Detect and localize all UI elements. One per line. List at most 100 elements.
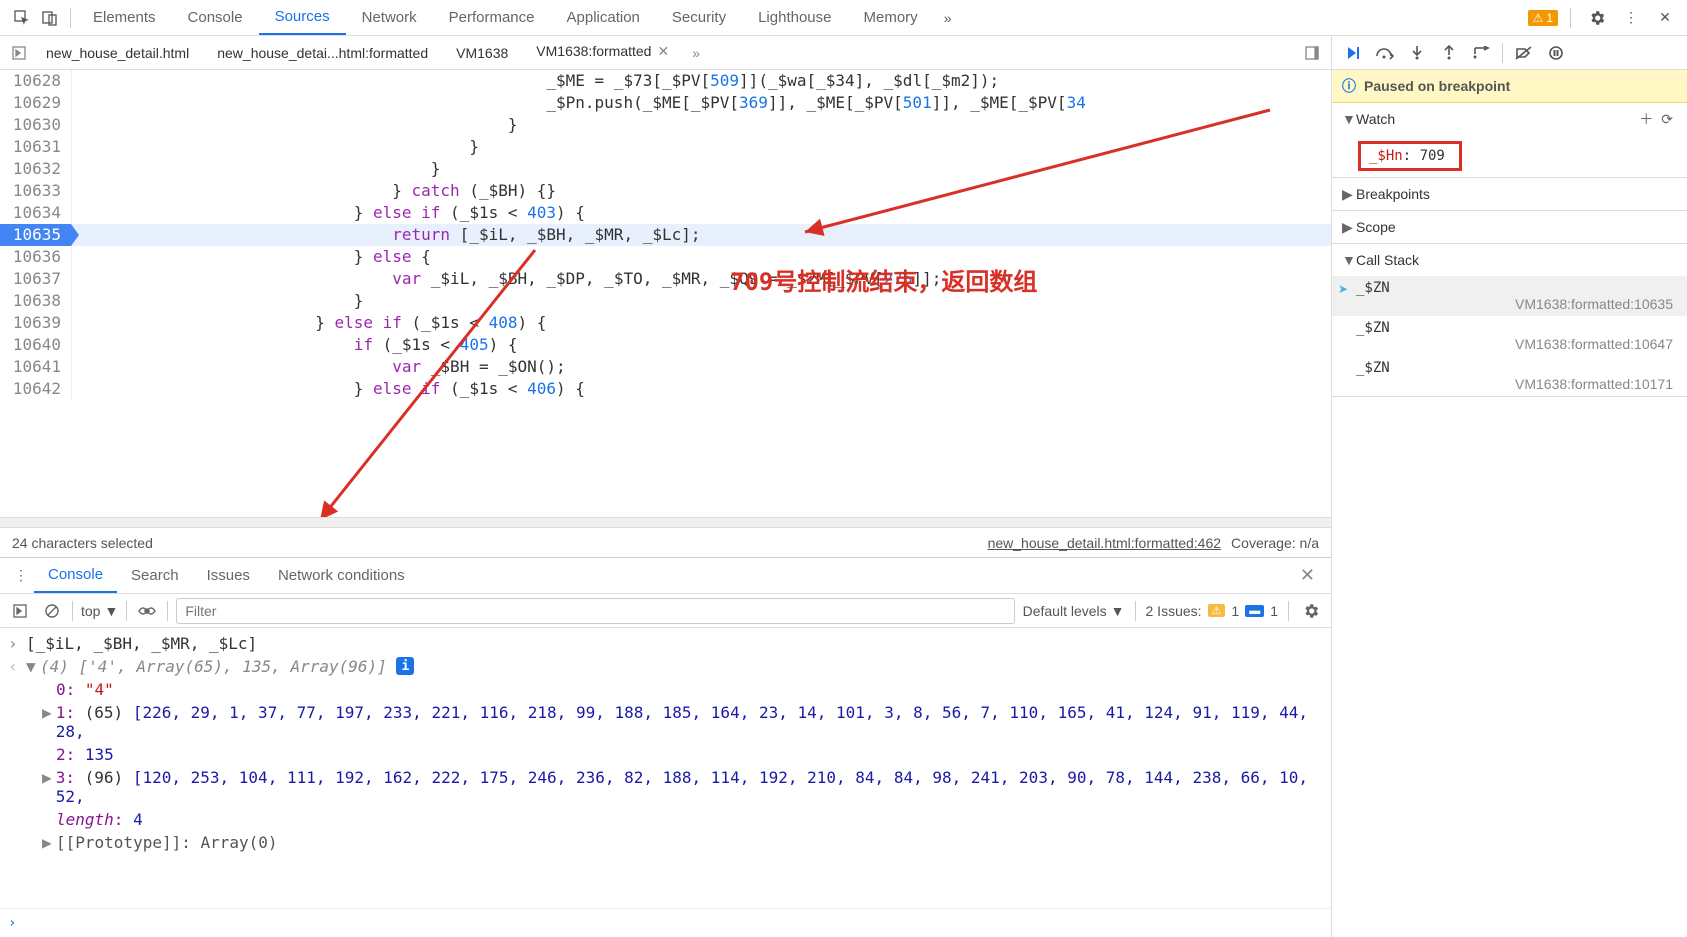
chevron-down-icon: ▼	[1342, 252, 1356, 268]
clear-console-icon[interactable]	[40, 599, 64, 623]
deactivate-breakpoints-icon[interactable]	[1509, 39, 1539, 67]
code-line[interactable]: 10632 }	[0, 158, 1331, 180]
code-line[interactable]: 10640 if (_$1s < 405) {	[0, 334, 1331, 356]
callstack-frame[interactable]: _$ZNVM1638:formatted:10635	[1332, 276, 1687, 316]
tab-application[interactable]: Application	[551, 1, 656, 34]
line-number[interactable]: 10631	[0, 136, 72, 158]
expand-icon[interactable]: ▶	[42, 703, 56, 722]
code-line[interactable]: 10631 }	[0, 136, 1331, 158]
drawer-tab-network-conditions[interactable]: Network conditions	[264, 559, 419, 592]
live-expression-icon[interactable]	[135, 599, 159, 623]
issues-counter[interactable]: 2 Issues: ⚠1 ▬1	[1146, 603, 1279, 619]
pause-on-exceptions-icon[interactable]	[1541, 39, 1571, 67]
drawer-close-icon[interactable]: ✕	[1292, 561, 1323, 590]
console-filter-input[interactable]	[176, 598, 1014, 624]
code-text: _$Pn.push(_$ME[_$PV[369]], _$ME[_$PV[501…	[72, 92, 1086, 114]
file-tab-3[interactable]: VM1638:formatted✕	[522, 37, 683, 68]
breakpoints-header[interactable]: ▶ Breakpoints	[1332, 178, 1687, 210]
line-number[interactable]: 10641	[0, 356, 72, 378]
resume-icon[interactable]	[1338, 39, 1368, 67]
log-levels-dropdown[interactable]: Default levels ▼	[1023, 603, 1125, 619]
context-selector[interactable]: top ▼	[81, 603, 118, 619]
input-marker-icon: ›	[8, 634, 26, 653]
expand-icon[interactable]: ▶	[42, 833, 56, 852]
more-files-icon[interactable]: »	[683, 40, 709, 66]
line-number[interactable]: 10632	[0, 158, 72, 180]
warnings-badge[interactable]: ⚠1	[1528, 10, 1558, 26]
tab-memory[interactable]: Memory	[847, 1, 933, 34]
code-line[interactable]: 10634 } else if (_$1s < 403) {	[0, 202, 1331, 224]
line-number[interactable]: 10640	[0, 334, 72, 356]
line-number[interactable]: 10639	[0, 312, 72, 334]
refresh-watch-icon[interactable]: ⟳	[1657, 111, 1677, 128]
line-number[interactable]: 10630	[0, 114, 72, 136]
code-line[interactable]: 10636 } else {	[0, 246, 1331, 268]
array-summary[interactable]: (4) ['4', Array(65), 135, Array(96)]	[40, 657, 387, 676]
line-number[interactable]: 10637	[0, 268, 72, 290]
code-line[interactable]: 10641 var _$BH = _$ON();	[0, 356, 1331, 378]
line-number[interactable]: 10629	[0, 92, 72, 114]
drawer-menu-icon[interactable]: ⋮	[8, 563, 34, 589]
file-tab-2[interactable]: VM1638	[442, 39, 522, 67]
code-line[interactable]: 10629 _$Pn.push(_$ME[_$PV[369]], _$ME[_$…	[0, 92, 1331, 114]
step-icon[interactable]	[1466, 39, 1496, 67]
expand-icon[interactable]: ▶	[42, 768, 56, 787]
console-prompt[interactable]: ›	[0, 908, 1331, 937]
console-output[interactable]: ›[_$iL, _$BH, _$MR, _$Lc] ‹▼(4) ['4', Ar…	[0, 628, 1331, 908]
prototype-row[interactable]: [[Prototype]]: Array(0)	[56, 833, 278, 852]
more-tabs-icon[interactable]: »	[934, 4, 962, 32]
file-tab-0[interactable]: new_house_detail.html	[32, 39, 203, 67]
close-devtools-icon[interactable]: ✕	[1651, 4, 1679, 32]
code-line[interactable]: 10639 } else if (_$1s < 408) {	[0, 312, 1331, 334]
kebab-menu-icon[interactable]: ⋮	[1617, 4, 1645, 32]
scope-header[interactable]: ▶ Scope	[1332, 211, 1687, 243]
add-watch-icon[interactable]: ＋	[1635, 109, 1657, 129]
device-toggle-icon[interactable]	[36, 4, 64, 32]
info-icon[interactable]: i	[396, 657, 414, 675]
callstack-header[interactable]: ▼ Call Stack	[1332, 244, 1687, 276]
watch-header[interactable]: ▼ Watch ＋ ⟳	[1332, 103, 1687, 135]
run-snippet-icon[interactable]	[1299, 40, 1325, 66]
line-number[interactable]: 10633	[0, 180, 72, 202]
line-number[interactable]: 10638	[0, 290, 72, 312]
status-file-link[interactable]: new_house_detail.html:formatted:462	[988, 535, 1221, 551]
inspect-icon[interactable]	[8, 4, 36, 32]
tab-network[interactable]: Network	[346, 1, 433, 34]
callstack-frame[interactable]: _$ZNVM1638:formatted:10171	[1332, 356, 1687, 396]
line-number[interactable]: 10628	[0, 70, 72, 92]
code-line[interactable]: 10628 _$ME = _$73[_$PV[509]](_$wa[_$34],…	[0, 70, 1331, 92]
code-line[interactable]: 10642 } else if (_$1s < 406) {	[0, 378, 1331, 400]
watch-expression[interactable]: _$Hn: 709	[1332, 135, 1687, 177]
drawer-tab-console[interactable]: Console	[34, 558, 117, 593]
line-number[interactable]: 10642	[0, 378, 72, 400]
tab-elements[interactable]: Elements	[77, 1, 172, 34]
step-over-icon[interactable]	[1370, 39, 1400, 67]
line-number[interactable]: 10635	[0, 224, 72, 246]
drawer-tab-search[interactable]: Search	[117, 559, 193, 592]
line-number[interactable]: 10634	[0, 202, 72, 224]
tab-security[interactable]: Security	[656, 1, 742, 34]
code-line[interactable]: 10635 return [_$iL, _$BH, _$MR, _$Lc];	[0, 224, 1331, 246]
console-sidebar-toggle-icon[interactable]	[8, 599, 32, 623]
code-line[interactable]: 10630 }	[0, 114, 1331, 136]
tab-console[interactable]: Console	[172, 1, 259, 34]
navigator-toggle-icon[interactable]	[6, 40, 32, 66]
close-icon[interactable]: ✕	[657, 43, 669, 59]
tab-sources[interactable]: Sources	[259, 0, 346, 35]
drawer-tab-issues[interactable]: Issues	[193, 559, 264, 592]
callstack-frame[interactable]: _$ZNVM1638:formatted:10647	[1332, 316, 1687, 356]
expand-icon[interactable]: ▼	[26, 657, 40, 676]
console-settings-icon[interactable]	[1299, 599, 1323, 623]
line-number[interactable]: 10636	[0, 246, 72, 268]
file-tab-1[interactable]: new_house_detai...html:formatted	[203, 39, 442, 67]
horizontal-scrollbar[interactable]	[0, 517, 1331, 527]
settings-icon[interactable]	[1583, 4, 1611, 32]
code-line[interactable]: 10633 } catch (_$BH) {}	[0, 180, 1331, 202]
tab-lighthouse[interactable]: Lighthouse	[742, 1, 847, 34]
tab-performance[interactable]: Performance	[433, 1, 551, 34]
code-line[interactable]: 10638 }	[0, 290, 1331, 312]
step-out-icon[interactable]	[1434, 39, 1464, 67]
code-line[interactable]: 10637 var _$iL, _$BH, _$DP, _$TO, _$MR, …	[0, 268, 1331, 290]
step-into-icon[interactable]	[1402, 39, 1432, 67]
source-code-viewer[interactable]: 10628 _$ME = _$73[_$PV[509]](_$wa[_$34],…	[0, 70, 1331, 517]
